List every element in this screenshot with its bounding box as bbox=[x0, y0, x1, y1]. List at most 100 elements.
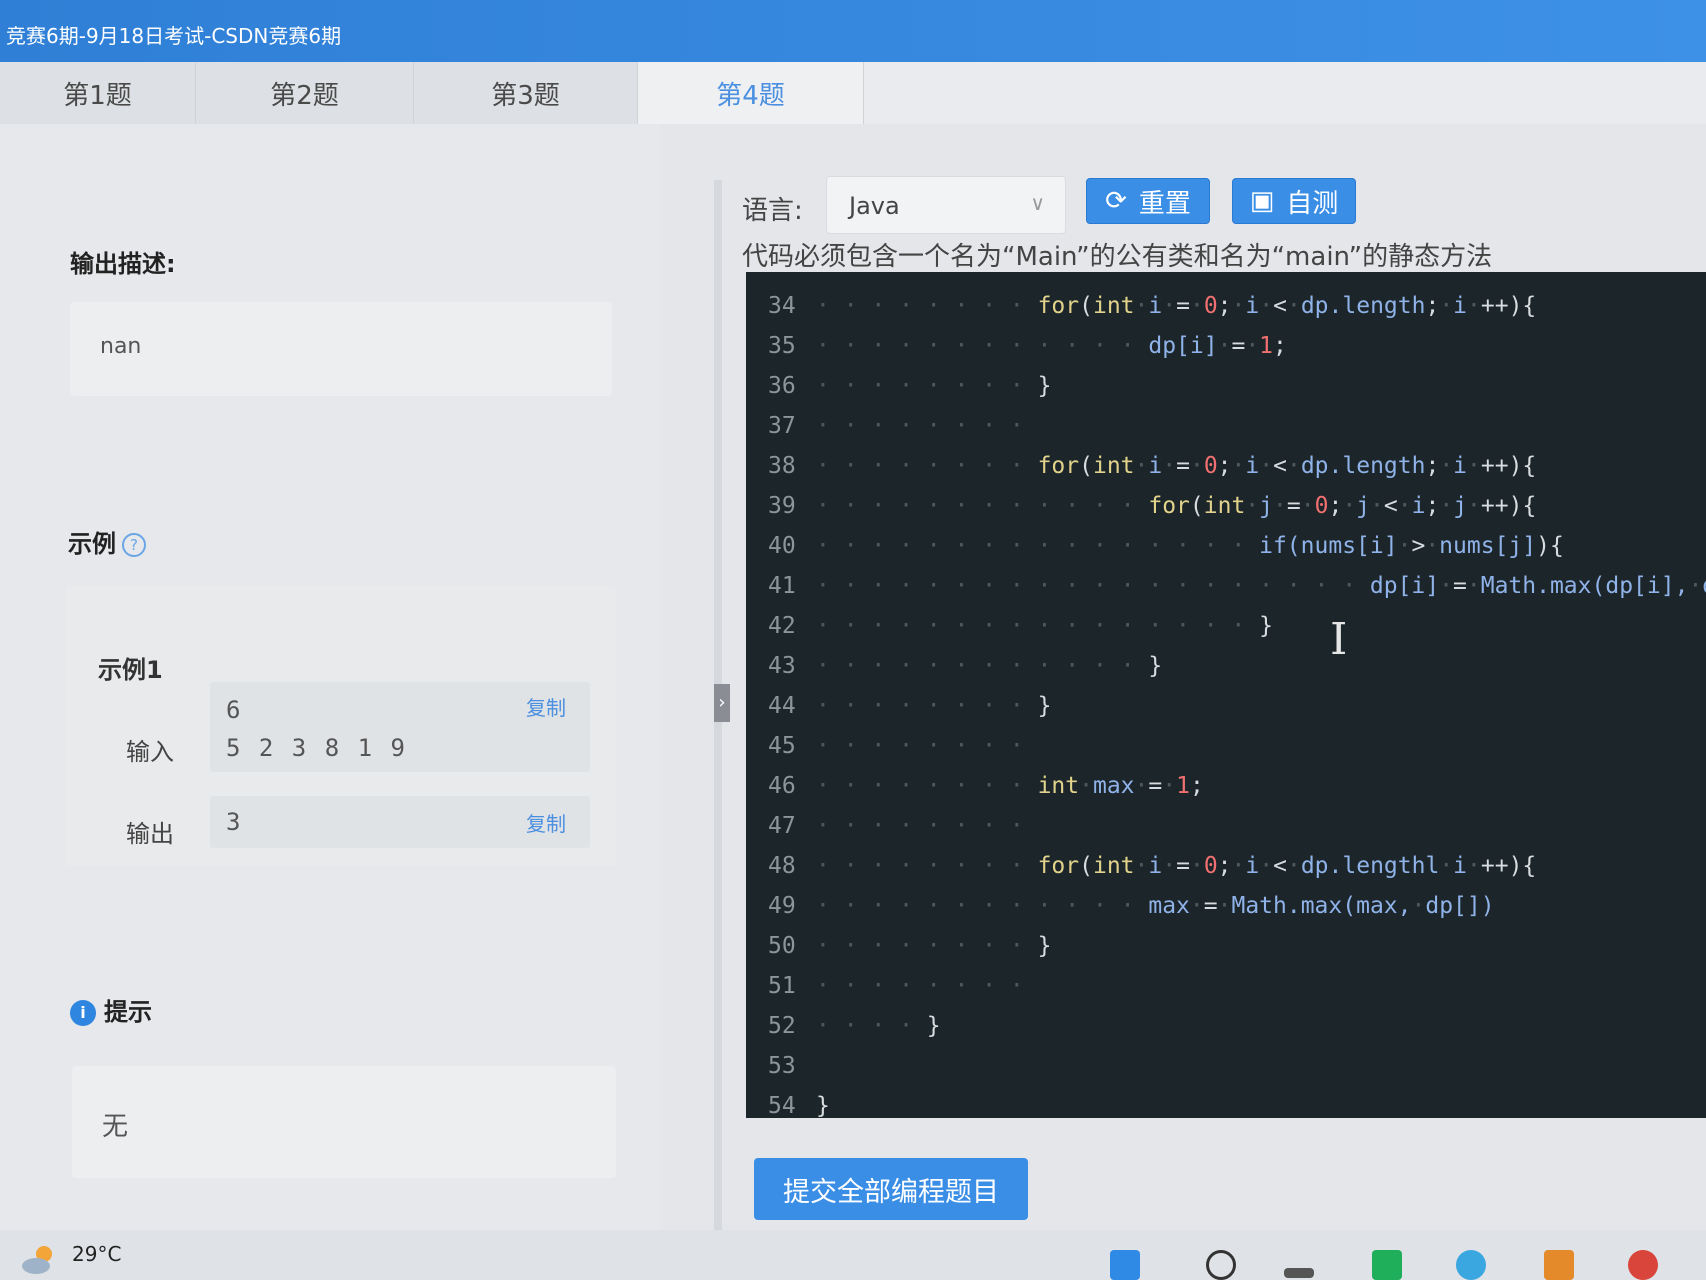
line-number: 48 bbox=[768, 853, 796, 879]
example-output-field: 3 复制 bbox=[210, 796, 590, 848]
search-icon[interactable] bbox=[1206, 1250, 1236, 1280]
copy-output-link[interactable]: 复制 bbox=[526, 808, 566, 837]
code-text: · · · · } bbox=[816, 1013, 941, 1039]
code-text: · · · · · · · · } bbox=[816, 693, 1052, 719]
help-icon[interactable]: ? bbox=[122, 533, 146, 557]
self-test-button-label: 自测 bbox=[1286, 188, 1339, 219]
example-output-value: 3 bbox=[226, 808, 246, 836]
code-text: · · · · · · · · bbox=[816, 973, 1038, 999]
info-icon: i bbox=[70, 1000, 96, 1026]
language-select[interactable]: Java ∨ bbox=[826, 176, 1066, 234]
code-line[interactable]: 50 · · · · · · · · } bbox=[746, 926, 1706, 966]
code-line[interactable]: 37 · · · · · · · · bbox=[746, 406, 1706, 446]
code-text: · · · · · · · · bbox=[816, 733, 1038, 759]
code-line[interactable]: 49 · · · · · · · · · · · · max·=·Math.max… bbox=[746, 886, 1706, 926]
hint-title-label: 提示 bbox=[104, 998, 152, 1026]
line-number: 44 bbox=[768, 693, 796, 719]
line-number: 52 bbox=[768, 1013, 796, 1039]
example-title-label: 示例 bbox=[68, 530, 116, 558]
line-number: 42 bbox=[768, 613, 796, 639]
tab-question-1[interactable]: 第1题 bbox=[0, 62, 196, 124]
tab-question-2[interactable]: 第2题 bbox=[196, 62, 414, 124]
code-text: · · · · · · · · for(int·i·=·0;·i·<·dp.le… bbox=[816, 453, 1537, 479]
tab-question-3[interactable]: 第3题 bbox=[414, 62, 638, 124]
collapse-handle-icon[interactable]: › bbox=[714, 684, 730, 722]
output-description-value: nan bbox=[100, 334, 142, 359]
temperature: 29°C bbox=[72, 1242, 122, 1266]
window-title: 竞赛6期-9月18日考试-CSDN竞赛6期 bbox=[6, 24, 342, 48]
example-input-field: 6 5 2 3 8 1 9 复制 bbox=[210, 682, 590, 772]
code-text: · · · · · · · · · · · · · · · · · · · · … bbox=[816, 573, 1706, 599]
code-text: · · · · · · · · } bbox=[816, 933, 1052, 959]
code-line[interactable]: 47 · · · · · · · · bbox=[746, 806, 1706, 846]
line-number: 35 bbox=[768, 333, 796, 359]
code-line[interactable]: 34 · · · · · · · · for(int·i·=·0;·i·<·dp.… bbox=[746, 286, 1706, 326]
line-number: 38 bbox=[768, 453, 796, 479]
example1-title: 示例1 bbox=[98, 656, 163, 684]
code-text: } bbox=[816, 1093, 830, 1118]
submit-all-button[interactable]: 提交全部编程题目 bbox=[754, 1158, 1028, 1220]
self-test-button[interactable]: ▣ 自测 bbox=[1232, 178, 1356, 224]
code-line[interactable]: 44 · · · · · · · · } bbox=[746, 686, 1706, 726]
code-line[interactable]: 51 · · · · · · · · bbox=[746, 966, 1706, 1006]
reset-button[interactable]: ⟳ 重置 bbox=[1086, 178, 1210, 224]
code-line[interactable]: 53 bbox=[746, 1046, 1706, 1086]
os-taskbar: 29°C bbox=[0, 1230, 1706, 1280]
code-line[interactable]: 54} bbox=[746, 1086, 1706, 1118]
weather-icon[interactable] bbox=[20, 1244, 58, 1274]
code-text: · · · · · · · · · · · · max·=·Math.max(m… bbox=[816, 893, 1495, 919]
line-number: 36 bbox=[768, 373, 796, 399]
code-line[interactable]: 42 · · · · · · · · · · · · · · · · } bbox=[746, 606, 1706, 646]
output-description-title: 输出描述: bbox=[70, 250, 176, 278]
example-title: 示例? bbox=[68, 524, 146, 559]
copy-input-link[interactable]: 复制 bbox=[526, 692, 566, 721]
code-text: · · · · · · · · · · · · for(int·j·=·0;·j… bbox=[816, 493, 1537, 519]
language-label: 语言: bbox=[742, 196, 803, 226]
wechat-icon[interactable] bbox=[1372, 1250, 1402, 1280]
code-text: · · · · · · · · · · · · · · · · } bbox=[816, 613, 1273, 639]
code-line[interactable]: 38 · · · · · · · · for(int·i·=·0;·i·<·dp.… bbox=[746, 446, 1706, 486]
code-text: · · · · · · · · int·max·=·1; bbox=[816, 773, 1204, 799]
example-input-line-1: 6 bbox=[226, 696, 246, 724]
code-text: · · · · · · · · for(int·i·=·0;·i·<·dp.le… bbox=[816, 293, 1537, 319]
code-text: · · · · · · · · · · · · · · · · if(nums[… bbox=[816, 533, 1564, 559]
input-label: 输入 bbox=[126, 738, 174, 766]
line-number: 53 bbox=[768, 1053, 796, 1079]
code-line[interactable]: 52 · · · · } bbox=[746, 1006, 1706, 1046]
code-line[interactable]: 41 · · · · · · · · · · · · · · · · · · · … bbox=[746, 566, 1706, 606]
line-number: 50 bbox=[768, 933, 796, 959]
code-line[interactable]: 36 · · · · · · · · } bbox=[746, 366, 1706, 406]
task-view-icon[interactable] bbox=[1284, 1268, 1314, 1278]
folder-icon[interactable] bbox=[1544, 1250, 1574, 1280]
output-description-box: nan bbox=[70, 302, 612, 396]
chrome-icon[interactable] bbox=[1628, 1250, 1658, 1280]
code-line[interactable]: 45 · · · · · · · · bbox=[746, 726, 1706, 766]
document-icon: ▣ bbox=[1249, 186, 1275, 216]
start-icon[interactable] bbox=[1110, 1250, 1140, 1280]
line-number: 39 bbox=[768, 493, 796, 519]
question-tabs: 第1题 第2题 第3题 第4题 bbox=[0, 62, 1706, 124]
line-number: 46 bbox=[768, 773, 796, 799]
class-requirement-text: 代码必须包含一个名为“Main”的公有类和名为“main”的静态方法 bbox=[742, 242, 1493, 272]
edge-icon[interactable] bbox=[1456, 1250, 1486, 1280]
code-line[interactable]: 39 · · · · · · · · · · · · for(int·j·=·0;… bbox=[746, 486, 1706, 526]
code-text: · · · · · · · · bbox=[816, 813, 1038, 839]
example-input-line-2: 5 2 3 8 1 9 bbox=[226, 734, 407, 762]
problem-panel: 输出描述: nan 示例? 示例1 输入 6 5 2 3 8 1 9 复制 输出… bbox=[0, 124, 660, 1230]
example-card: 示例1 输入 6 5 2 3 8 1 9 复制 输出 3 复制 bbox=[66, 586, 616, 866]
code-line[interactable]: 35 · · · · · · · · · · · · dp[i]·=·1; bbox=[746, 326, 1706, 366]
text-cursor-icon: I bbox=[1330, 614, 1348, 665]
code-line[interactable]: 48 · · · · · · · · for(int·i·=·0;·i·<·dp.… bbox=[746, 846, 1706, 886]
code-line[interactable]: 46 · · · · · · · · int·max·=·1; bbox=[746, 766, 1706, 806]
chevron-down-icon: ∨ bbox=[1030, 191, 1045, 215]
tab-question-4[interactable]: 第4题 bbox=[638, 62, 864, 124]
line-number: 43 bbox=[768, 653, 796, 679]
line-number: 41 bbox=[768, 573, 796, 599]
code-line[interactable]: 43 · · · · · · · · · · · · } bbox=[746, 646, 1706, 686]
window-titlebar: 竞赛6期-9月18日考试-CSDN竞赛6期 bbox=[0, 0, 1706, 62]
hint-box: 无 bbox=[72, 1066, 616, 1178]
code-line[interactable]: 40 · · · · · · · · · · · · · · · · if(num… bbox=[746, 526, 1706, 566]
line-number: 54 bbox=[768, 1093, 796, 1118]
code-editor[interactable]: 34 · · · · · · · · for(int·i·=·0;·i·<·dp.… bbox=[746, 272, 1706, 1118]
line-number: 47 bbox=[768, 813, 796, 839]
